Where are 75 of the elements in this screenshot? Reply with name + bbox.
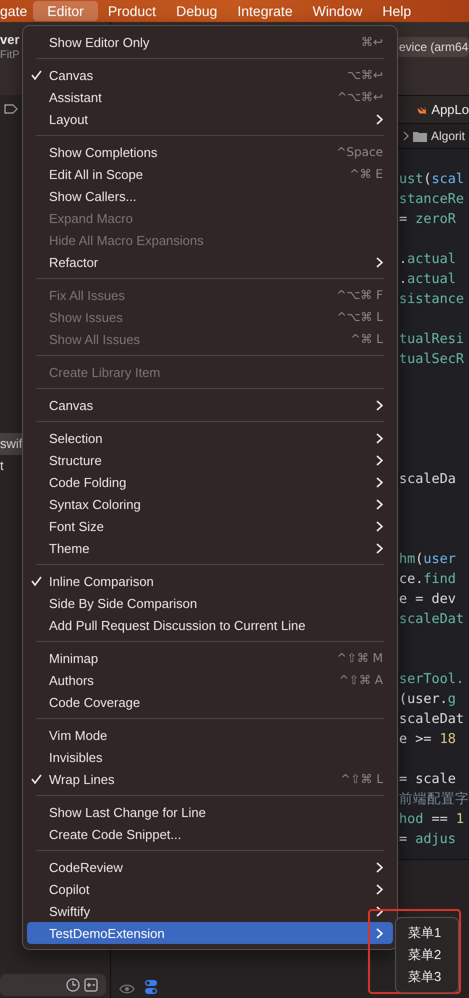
code-line: = scale <box>399 770 457 789</box>
code-line: .actual <box>399 250 457 269</box>
menu-item[interactable]: Syntax Coloring <box>27 493 393 515</box>
code-line: e = dev <box>399 590 457 609</box>
menu-item[interactable]: TestDemoExtension <box>27 922 393 944</box>
bird-icon <box>417 104 426 116</box>
menu-item[interactable]: Copilot <box>27 878 393 900</box>
menu-item[interactable]: Inline Comparison <box>27 570 393 592</box>
code-line: hm(user <box>399 550 457 569</box>
editor-tab[interactable]: AppLo <box>431 102 469 117</box>
code-line: stanceRe <box>399 190 466 209</box>
jump-bar-item[interactable]: Algorit <box>431 129 466 143</box>
menu-item[interactable]: Refactor <box>27 251 393 273</box>
code-line: hod == 1 <box>399 810 466 829</box>
folder-icon <box>413 130 427 142</box>
menu-item[interactable]: Canvas <box>27 394 393 416</box>
code-line: ust(scal <box>399 170 466 189</box>
code-line: ce.find <box>399 570 457 589</box>
menu-item[interactable]: Invisibles <box>27 746 393 768</box>
code-line: scaleDat <box>399 610 466 629</box>
project-subtitle: FitP <box>0 49 20 61</box>
menu-item[interactable]: Wrap Lines ^⇧⌘ L <box>27 768 393 790</box>
menu-item[interactable]: Add Pull Request Discussion to Current Line <box>27 614 393 636</box>
menu-item[interactable]: Selection <box>27 427 393 449</box>
code-line: (user.g <box>399 690 457 709</box>
menu-item[interactable]: Assistant ^⌥⌘↩ <box>27 86 393 108</box>
menu-bar-item[interactable]: Debug <box>166 1 228 21</box>
menu-item[interactable]: Show Completions ^Space <box>27 141 393 163</box>
menu-item[interactable]: Layout <box>27 108 393 130</box>
code-line: = adjus <box>399 830 457 849</box>
code-line: serTool. <box>399 670 466 689</box>
menu-item[interactable]: Show Callers... <box>27 185 393 207</box>
menu-item[interactable]: Code Coverage <box>27 691 393 713</box>
code-line: scaleDat <box>399 710 466 729</box>
label-icon[interactable] <box>4 103 18 115</box>
code-line: tualResi <box>399 330 466 349</box>
filter-bar[interactable] <box>0 974 106 996</box>
code-line: scaleDa <box>399 470 457 489</box>
code-line: sistance <box>399 290 466 309</box>
menu-item[interactable]: Code Folding <box>27 471 393 493</box>
plus-minus-icon[interactable] <box>84 978 98 992</box>
menu-bar-item[interactable]: Product <box>98 1 166 21</box>
menu-item[interactable]: Theme <box>27 537 393 559</box>
menu-bar-item[interactable]: Integrate <box>227 1 303 21</box>
toggle-icon[interactable] <box>145 980 157 994</box>
code-line: .actual <box>399 270 457 289</box>
menu-item[interactable]: Edit All in Scope ^⌘ E <box>27 163 393 185</box>
code-line: 前端配置字 <box>399 790 469 809</box>
code-line: = zeroR <box>399 210 457 229</box>
menu-item[interactable]: Swiftify <box>27 900 393 922</box>
menu-item[interactable]: Show Last Change for Line <box>27 801 393 823</box>
menu-item[interactable]: Create Code Snippet... <box>27 823 393 845</box>
menu-item[interactable]: Show Editor Only ⌘↩ <box>27 31 393 53</box>
clock-icon[interactable] <box>66 978 80 992</box>
menu-bar-item[interactable]: Window <box>302 1 372 21</box>
menu-item[interactable]: Side By Side Comparison <box>27 592 393 614</box>
menu-item[interactable]: CodeReview <box>27 856 393 878</box>
menu-item[interactable]: Font Size <box>27 515 393 537</box>
project-name: ver <box>0 32 20 47</box>
submenu-item[interactable]: 菜单1 <box>396 922 458 944</box>
submenu-item[interactable]: 菜单2 <box>396 944 458 966</box>
file-row[interactable]: t <box>0 455 4 477</box>
file-row[interactable]: swif <box>0 433 22 455</box>
submenu-item[interactable]: 菜单3 <box>396 966 458 988</box>
eye-icon[interactable] <box>119 984 135 994</box>
menu-item[interactable]: Authors ^⇧⌘ A <box>27 669 393 691</box>
menu-item[interactable]: Minimap ^⇧⌘ M <box>27 647 393 669</box>
code-line: tualSecR <box>399 350 466 369</box>
chevron-icon <box>403 131 409 141</box>
menu-item[interactable]: Canvas ⌥⌘↩ <box>27 64 393 86</box>
code-line: e >= 18 <box>399 730 457 749</box>
menu-bar-item[interactable]: Help <box>372 1 422 21</box>
menu-item[interactable]: Structure <box>27 449 393 471</box>
menu-bar-item[interactable]: gate <box>0 1 34 21</box>
menu-item[interactable]: Vim Mode <box>27 724 393 746</box>
